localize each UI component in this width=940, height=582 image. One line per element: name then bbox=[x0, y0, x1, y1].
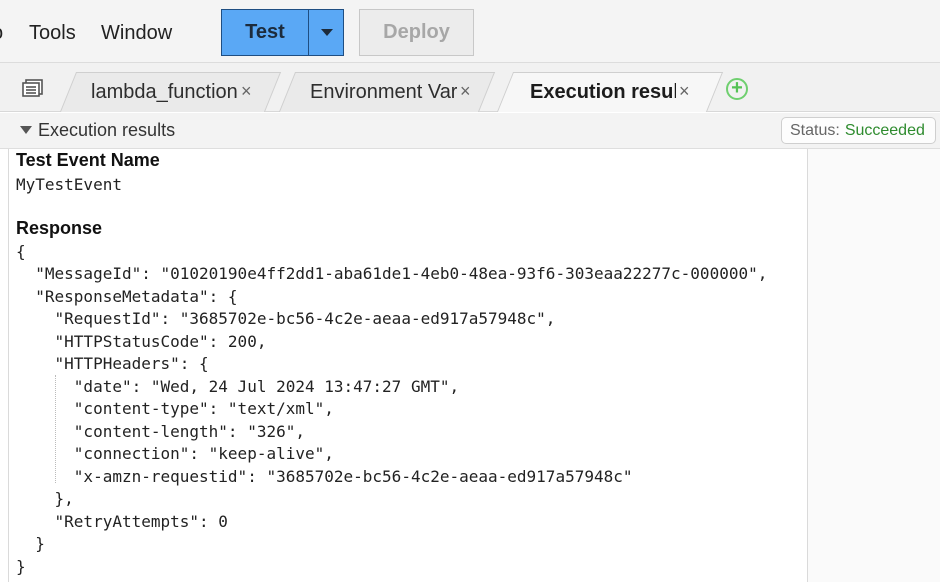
tab-lambda-function-label: lambda_function. bbox=[91, 80, 238, 103]
response-line: "HTTPStatusCode": 200, bbox=[16, 332, 267, 351]
response-heading: Response bbox=[16, 218, 103, 238]
add-tab-icon[interactable]: + bbox=[726, 78, 748, 100]
menu-tools[interactable]: Tools bbox=[29, 22, 76, 45]
tab-bar: lambda_function. × Environment Vari × Ex… bbox=[0, 63, 940, 112]
test-event-name-heading: Test Event Name bbox=[16, 150, 160, 170]
response-line: "ResponseMetadata": { bbox=[16, 287, 238, 306]
right-pane bbox=[808, 149, 940, 582]
section-title: Execution results bbox=[38, 120, 176, 140]
menu-item-partial[interactable]: o bbox=[0, 22, 3, 45]
test-event-name-value: MyTestEvent bbox=[16, 175, 122, 194]
close-icon[interactable]: × bbox=[679, 81, 690, 102]
response-line: "MessageId": "01020190e4ff2dd1-aba61de1-… bbox=[16, 264, 768, 283]
response-line: "RetryAttempts": 0 bbox=[16, 512, 228, 531]
status-value: Succeeded bbox=[844, 121, 925, 139]
collapse-caret-icon[interactable] bbox=[20, 126, 32, 134]
close-icon[interactable]: × bbox=[241, 81, 252, 102]
menu-window[interactable]: Window bbox=[101, 22, 172, 45]
response-line: "HTTPHeaders": { bbox=[16, 354, 209, 373]
test-split-button: Test bbox=[221, 9, 344, 56]
response-line: "x-amzn-requestid": "3685702e-bc56-4c2e-… bbox=[16, 467, 633, 486]
test-dropdown-button[interactable] bbox=[310, 10, 343, 55]
deploy-button[interactable]: Deploy bbox=[359, 9, 474, 56]
close-icon[interactable]: × bbox=[460, 81, 471, 102]
status-label: Status: bbox=[790, 121, 840, 139]
chevron-down-icon bbox=[320, 29, 333, 36]
execution-results-header[interactable]: Execution results Status: Succeeded bbox=[0, 113, 940, 149]
tab-execution-results-label: Execution results bbox=[530, 80, 676, 103]
response-line: "connection": "keep-alive", bbox=[16, 444, 334, 463]
response-line: } bbox=[16, 534, 45, 553]
menubar: o Tools Window Test Deploy bbox=[0, 0, 940, 63]
execution-results-panel: Test Event Name MyTestEvent Response { "… bbox=[8, 149, 808, 582]
response-line: }, bbox=[16, 489, 74, 508]
response-line: { bbox=[16, 242, 26, 261]
response-line: "date": "Wed, 24 Jul 2024 13:47:27 GMT", bbox=[16, 377, 460, 396]
response-line: } bbox=[16, 557, 26, 576]
test-button[interactable]: Test bbox=[222, 10, 309, 55]
response-line: "content-type": "text/xml", bbox=[16, 399, 334, 418]
tab-environment-variables-label: Environment Vari bbox=[310, 80, 457, 103]
response-line: "RequestId": "3685702e-bc56-4c2e-aeaa-ed… bbox=[16, 309, 556, 328]
status-badge: Status: Succeeded bbox=[781, 117, 936, 144]
response-line: "content-length": "326", bbox=[16, 422, 305, 441]
panel-list-icon[interactable] bbox=[22, 79, 44, 97]
